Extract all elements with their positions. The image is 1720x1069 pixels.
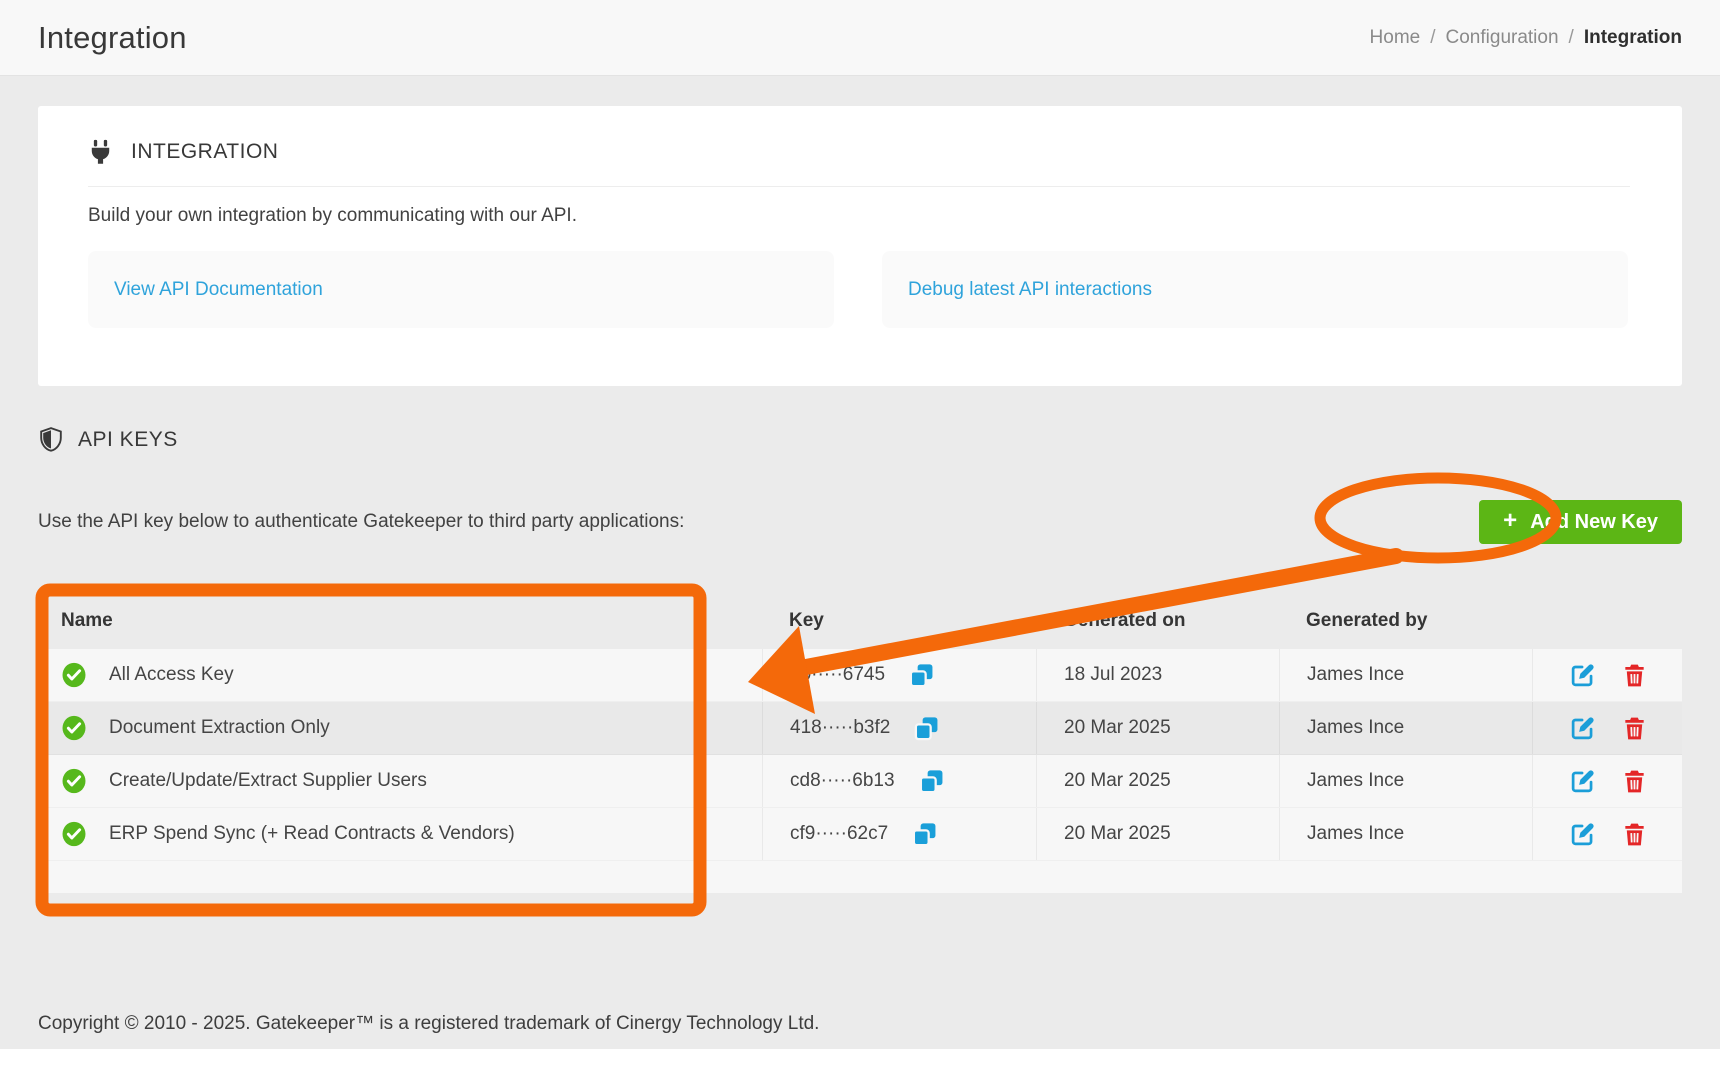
- breadcrumb-separator: /: [1569, 27, 1574, 49]
- plug-icon: [88, 139, 113, 166]
- api-keys-description: Use the API key below to authenticate Ga…: [38, 511, 684, 533]
- debug-api-interactions-box[interactable]: Debug latest API interactions: [882, 251, 1628, 328]
- generated-on-value: 20 Mar 2025: [1036, 808, 1279, 860]
- copyright-text: Copyright © 2010 - 2025. Gatekeeper™ is …: [38, 1013, 1682, 1035]
- api-key-value: cd8·····6b13: [790, 770, 895, 792]
- api-key-value: 80·····6745: [790, 664, 885, 686]
- integration-description: Build your own integration by communicat…: [88, 205, 1630, 227]
- breadcrumb-separator: /: [1430, 27, 1435, 49]
- generated-by-value: James Ince: [1279, 755, 1532, 807]
- plus-icon: +: [1503, 509, 1517, 533]
- table-header-row: Name Key Generated on Generated by: [38, 592, 1682, 649]
- integration-heading: INTEGRATION: [131, 140, 278, 164]
- check-circle-icon: [61, 821, 87, 847]
- generated-on-value: 20 Mar 2025: [1036, 702, 1279, 754]
- api-key-name: Document Extraction Only: [109, 717, 330, 739]
- integration-page: { "header": { "title": "Integration", "b…: [0, 0, 1720, 1069]
- generated-by-value: James Ince: [1279, 649, 1532, 701]
- check-circle-icon: [61, 768, 87, 794]
- add-new-key-label: Add New Key: [1530, 511, 1658, 534]
- trash-icon[interactable]: [1623, 822, 1646, 847]
- breadcrumb-configuration[interactable]: Configuration: [1446, 27, 1559, 49]
- check-circle-icon: [61, 715, 87, 741]
- view-api-documentation-link[interactable]: View API Documentation: [114, 279, 323, 301]
- view-api-documentation-box[interactable]: View API Documentation: [88, 251, 834, 328]
- trash-icon[interactable]: [1623, 716, 1646, 741]
- trash-icon[interactable]: [1623, 769, 1646, 794]
- api-key-name: ERP Spend Sync (+ Read Contracts & Vendo…: [109, 823, 515, 845]
- copy-icon[interactable]: [914, 716, 939, 741]
- copy-icon[interactable]: [919, 769, 944, 794]
- integration-card-header: INTEGRATION: [88, 136, 1630, 168]
- edit-icon[interactable]: [1570, 663, 1595, 688]
- api-keys-heading: API KEYS: [78, 428, 178, 452]
- copy-icon[interactable]: [909, 663, 934, 688]
- integration-card: INTEGRATION Build your own integration b…: [38, 106, 1682, 386]
- debug-api-interactions-link[interactable]: Debug latest API interactions: [908, 279, 1152, 301]
- edit-icon[interactable]: [1570, 716, 1595, 741]
- api-keys-toolbar: Use the API key below to authenticate Ga…: [38, 500, 1682, 544]
- check-circle-icon: [61, 662, 87, 688]
- main-content: INTEGRATION Build your own integration b…: [0, 106, 1720, 1035]
- column-header-generated-by: Generated by: [1279, 592, 1532, 649]
- column-header-actions: [1532, 592, 1682, 649]
- generated-on-value: 18 Jul 2023: [1036, 649, 1279, 701]
- edit-icon[interactable]: [1570, 822, 1595, 847]
- api-key-name: Create/Update/Extract Supplier Users: [109, 770, 427, 792]
- divider: [88, 186, 1630, 187]
- shield-icon: [38, 426, 64, 455]
- column-header-key: Key: [762, 592, 1036, 649]
- generated-on-value: 20 Mar 2025: [1036, 755, 1279, 807]
- table-row: Document Extraction Only 418·····b3f2 20…: [38, 702, 1682, 755]
- generated-by-value: James Ince: [1279, 808, 1532, 860]
- edit-icon[interactable]: [1570, 769, 1595, 794]
- breadcrumb-current: Integration: [1584, 27, 1682, 49]
- breadcrumb: Home / Configuration / Integration: [1370, 27, 1682, 49]
- breadcrumb-home[interactable]: Home: [1370, 27, 1421, 49]
- copy-icon[interactable]: [912, 822, 937, 847]
- column-header-name: Name: [38, 592, 762, 649]
- api-keys-table: Name Key Generated on Generated by All A…: [38, 592, 1682, 893]
- add-new-key-button[interactable]: + Add New Key: [1479, 500, 1682, 544]
- integration-link-boxes: View API Documentation Debug latest API …: [88, 251, 1630, 328]
- table-row: Create/Update/Extract Supplier Users cd8…: [38, 755, 1682, 808]
- api-key-value: 418·····b3f2: [790, 717, 890, 739]
- generated-by-value: James Ince: [1279, 702, 1532, 754]
- api-key-name: All Access Key: [109, 664, 234, 686]
- page-title: Integration: [38, 20, 187, 56]
- api-key-value: cf9·····62c7: [790, 823, 888, 845]
- column-header-generated-on: Generated on: [1036, 592, 1279, 649]
- api-keys-header: API KEYS: [38, 424, 1682, 456]
- table-row: ERP Spend Sync (+ Read Contracts & Vendo…: [38, 808, 1682, 861]
- trash-icon[interactable]: [1623, 663, 1646, 688]
- table-row: All Access Key 80·····6745 18 Jul 2023 J…: [38, 649, 1682, 702]
- bottom-bar: [0, 1049, 1720, 1069]
- table-body: All Access Key 80·····6745 18 Jul 2023 J…: [38, 649, 1682, 893]
- top-bar: Integration Home / Configuration / Integ…: [0, 0, 1720, 76]
